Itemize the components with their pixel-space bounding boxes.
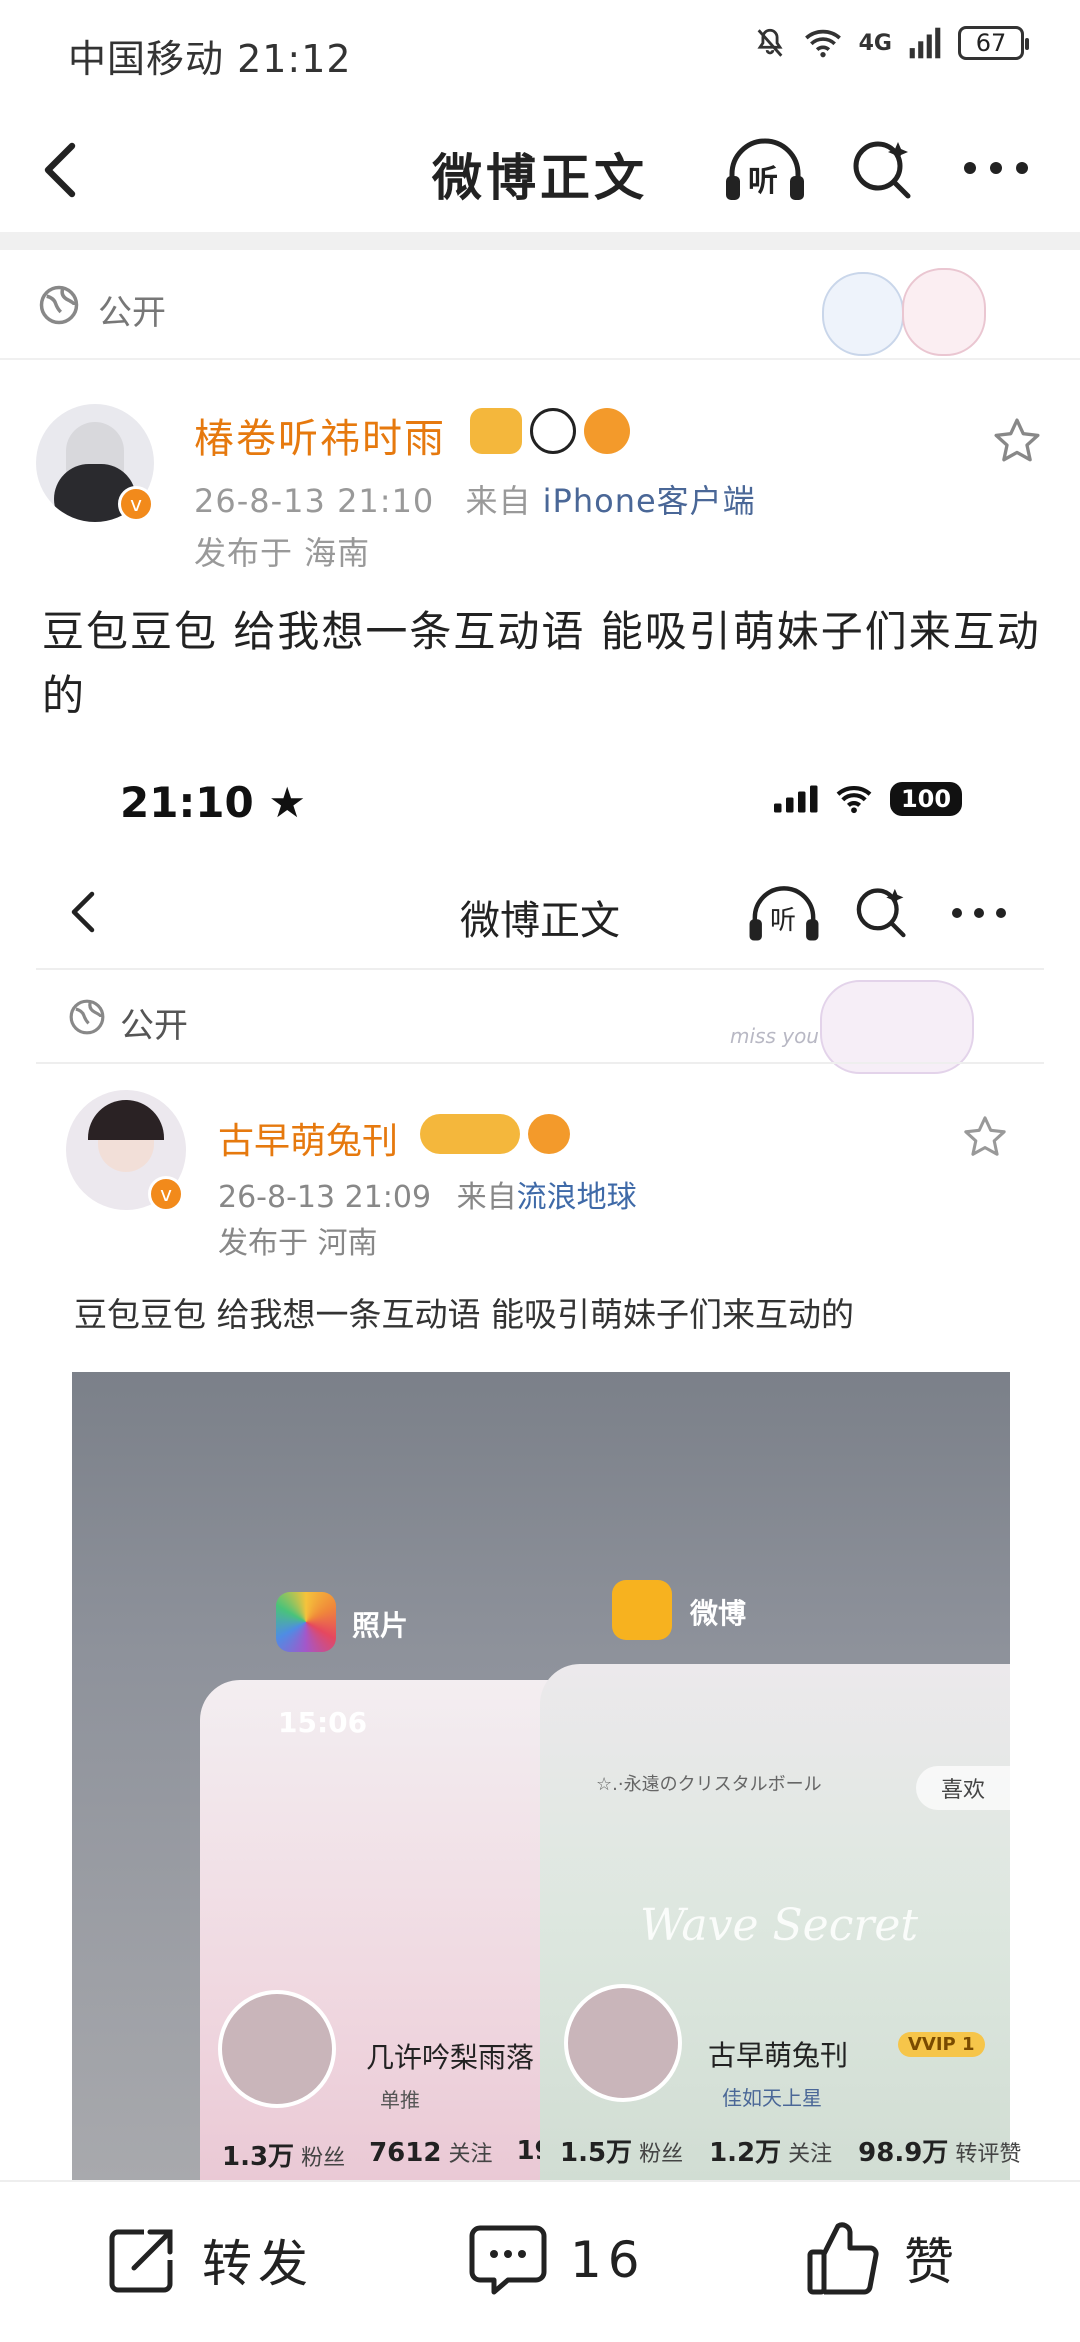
battery-indicator: 100 [890,782,962,816]
weibo-app-label: 微博 [690,1597,747,1630]
user-badges [470,408,630,454]
vip-badge: VVIP 1 [898,2032,985,2057]
from-label: 来自 [456,1180,517,1215]
sticker-decoration [812,262,996,366]
photos-app-label: 照片 [352,1609,409,1642]
repost-button[interactable]: 转发 [104,2222,314,2298]
user-badges [420,1114,570,1154]
wifi-icon [804,29,841,58]
fish-badge-icon [584,408,630,454]
card-right-name: 古早萌兔刊 [708,2039,849,2072]
screenshot-post-text: 豆包豆包 给我想一条互动语 能吸引萌妹子们来互动的 [74,1295,854,1334]
page-title: 微博正文 [432,149,648,207]
card-left-tag: 单推 [380,2088,420,2112]
listen-button[interactable]: 听 [722,134,808,206]
globe-icon [39,285,79,325]
star-icon[interactable] [992,416,1042,466]
screenshot-status-time: 21:10 ★ [120,778,306,827]
divider [36,968,1044,970]
stat: 7612 关注 [369,2138,493,2168]
share-icon [109,2229,173,2293]
panda-badge-icon [530,408,576,454]
globe-icon [69,999,105,1035]
from-label: 来自 [465,482,532,520]
battery-indicator: 67 [958,26,1029,60]
visibility-label: 公开 [120,1006,188,1046]
sticker-text: miss you [730,1024,819,1048]
post-text: 豆包豆包 给我想一条互动语 能吸引萌妹子们来互动的 [42,607,1041,720]
stat: 1.3万 粉丝 [222,2142,346,2172]
card-right-header: ☆.·永遠のクリスタルボール [596,1774,822,1795]
comment-button[interactable]: 16 [468,2222,646,2298]
like-button[interactable]: 赞 [804,2218,960,2298]
comment-icon [469,2225,547,2295]
verified-badge-icon: v [118,486,154,522]
search-icon[interactable] [848,134,918,204]
stat: 98.9万 转评赞 [858,2138,1022,2168]
avatar [218,1990,336,2108]
sticker-decoration [820,980,974,1074]
star-icon [964,1116,1006,1156]
like-chip: 喜欢 [916,1766,1010,1810]
screenshot-status-icons: 100 [772,782,962,816]
screenshot-post-meta: 26-8-13 21:09 来自流浪地球 [218,1172,637,1216]
thumbs-up-icon [807,2222,879,2295]
post-source: 流浪地球 [516,1180,637,1215]
divider-band [0,232,1080,250]
comment-count: 16 [570,2231,646,2289]
more-icon[interactable] [964,162,1028,174]
network-type: 4G [858,30,892,56]
signal-icon [774,785,818,813]
username[interactable]: 椿卷听祎时雨 [194,406,446,464]
search-icon [856,888,906,938]
repost-label: 转发 [202,2235,314,2293]
screenshot-post-location: 发布于 河南 [218,1226,378,1261]
like-label: 赞 [904,2233,960,2291]
verified-badge-icon: v [148,1176,184,1212]
mute-icon [757,28,783,57]
card-right-banner-text: Wave Secret [640,1900,919,1951]
carrier-time: 中国移动 21:12 [68,37,352,81]
screenshot-title: 微博正文 [460,898,620,944]
signal-icon [909,27,941,59]
post-meta: 26-8-13 21:10 来自 iPhone客户端 [194,476,756,522]
card-right-stats: 1.5万 粉丝 1.2万 关注 98.9万 转评赞 [560,2132,1021,2169]
stat: 1.2万 关注 [709,2138,833,2168]
crown-badge-icon [470,408,522,454]
stat: 1.5万 粉丝 [560,2138,684,2168]
post-source[interactable]: iPhone客户端 [543,482,756,520]
visibility-label: 公开 [98,293,166,333]
post-time: 26-8-13 21:10 [194,482,435,520]
avatar [564,1984,682,2102]
screenshot-username: 古早萌兔刊 [218,1121,399,1162]
card-left-name: 几许吟梨雨落 [366,2041,535,2074]
more-icon [952,908,1006,918]
photos-time: 15:06 [278,1706,368,1739]
post-time: 26-8-13 21:09 [218,1180,432,1215]
wifi-icon [836,786,872,814]
status-icons: 4G 67 [753,26,1029,60]
fish-badge-icon [528,1114,570,1154]
card-left-stats: 1.3万 粉丝 7612 关注 19.9 [222,2136,581,2173]
post-location: 发布于 海南 [194,534,371,572]
star-icon: ★ [268,778,306,827]
listen-label: 听 [770,906,797,936]
weibo-app-icon [612,1580,672,1640]
divider [36,1062,1044,1064]
vip-badge-icon [420,1114,520,1154]
photos-app-icon [276,1592,336,1652]
listen-button: 听 [746,882,822,946]
card-right-tag: 佳如天上星 [722,2086,822,2110]
listen-label: 听 [748,164,778,199]
